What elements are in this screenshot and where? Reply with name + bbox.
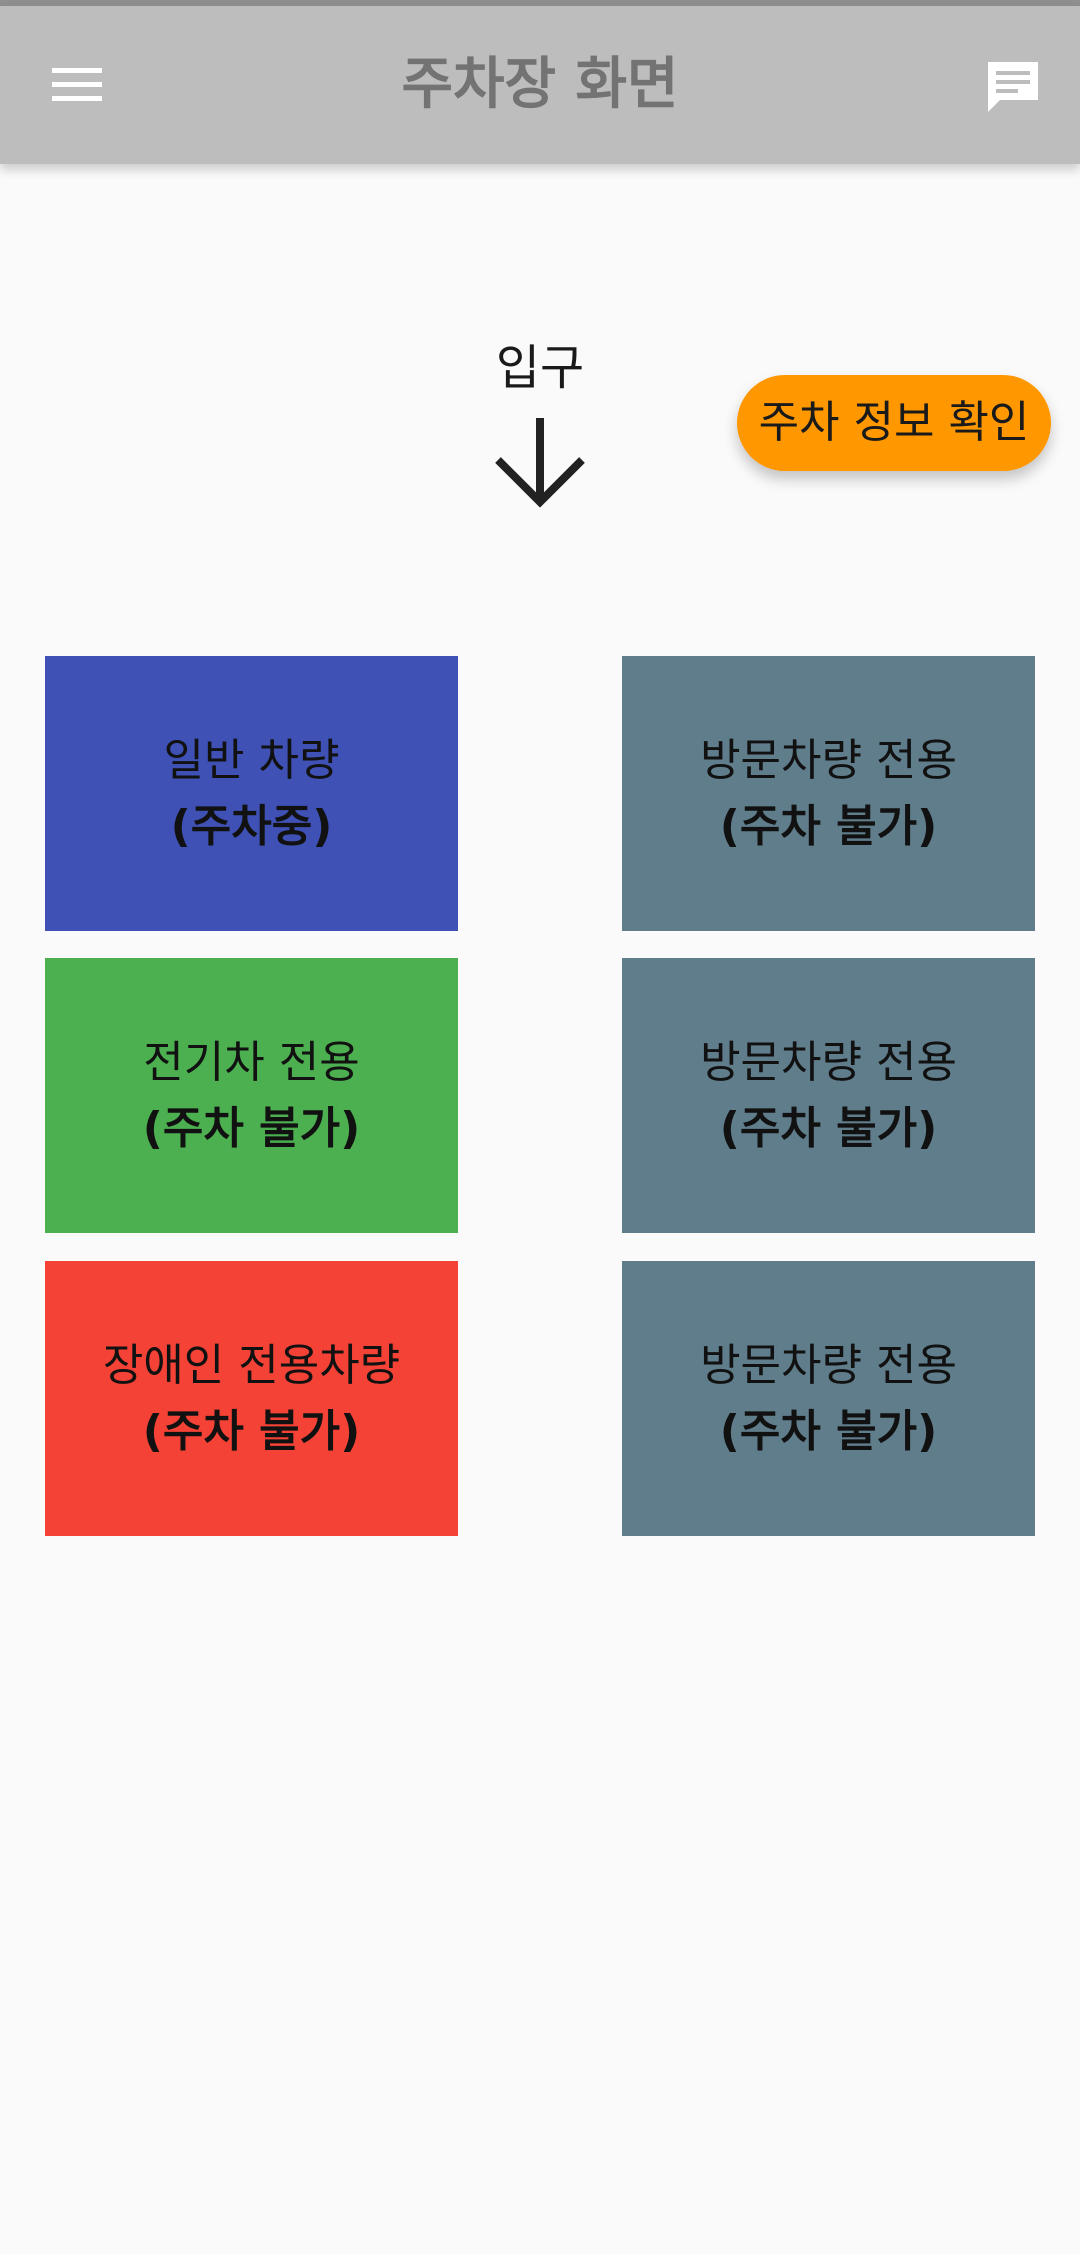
parking-slot-general[interactable]: 일반 차량 (주차중) — [45, 656, 458, 931]
parking-slot-visitor[interactable]: 방문차량 전용 (주차 불가) — [622, 656, 1035, 931]
slot-type-label: 일반 차량 — [163, 734, 340, 786]
slot-status-label: (주차 불가) — [142, 1102, 361, 1154]
parking-slot-visitor[interactable]: 방문차량 전용 (주차 불가) — [622, 1261, 1035, 1536]
arrow-down-icon — [494, 416, 586, 510]
slot-status-label: (주차 불가) — [142, 1405, 361, 1457]
page-title: 주차장 화면 — [401, 52, 679, 117]
slot-type-label: 전기차 전용 — [143, 1036, 360, 1088]
parking-slot-ev[interactable]: 전기차 전용 (주차 불가) — [45, 958, 458, 1233]
slot-status-label: (주차 불가) — [719, 1405, 938, 1457]
slot-status-label: (주차 불가) — [719, 1102, 938, 1154]
parking-slot-disabled[interactable]: 장애인 전용차량 (주차 불가) — [45, 1261, 458, 1536]
chat-message-icon[interactable] — [984, 58, 1042, 116]
app-bar: 주차장 화면 — [0, 6, 1080, 164]
slot-type-label: 방문차량 전용 — [700, 1339, 957, 1391]
slot-type-label: 방문차량 전용 — [700, 734, 957, 786]
entrance-label: 입구 — [495, 340, 585, 396]
slot-type-label: 방문차량 전용 — [700, 1036, 957, 1088]
slot-type-label: 장애인 전용차량 — [102, 1339, 401, 1391]
slot-status-label: (주차중) — [170, 800, 333, 852]
slot-status-label: (주차 불가) — [719, 800, 938, 852]
parking-slot-visitor[interactable]: 방문차량 전용 (주차 불가) — [622, 958, 1035, 1233]
parking-info-button[interactable]: 주차 정보 확인 — [737, 375, 1051, 471]
